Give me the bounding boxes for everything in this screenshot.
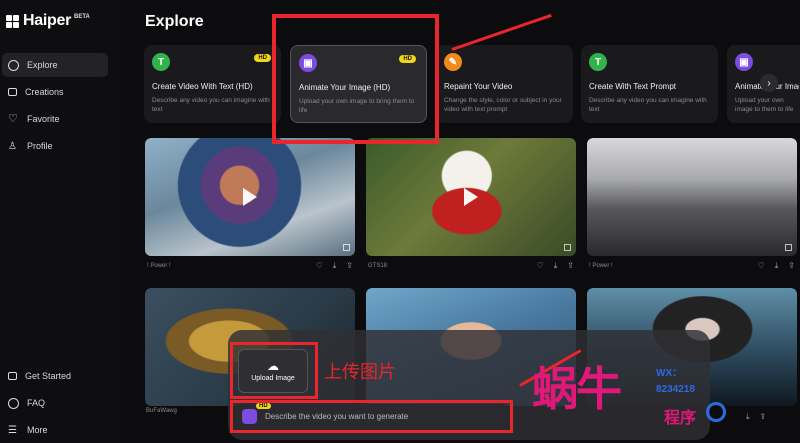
- share-icon[interactable]: ⇪: [346, 261, 353, 271]
- highlight-box-prompt: [230, 400, 513, 433]
- sidebar-item-label: Favorite: [27, 114, 60, 124]
- text-icon: T: [152, 53, 170, 71]
- download-icon[interactable]: ⤓: [746, 412, 750, 422]
- video-thumbnail[interactable]: [145, 138, 355, 256]
- card-title: Repaint Your Video: [444, 82, 513, 91]
- share-icon[interactable]: ⇪: [567, 261, 574, 271]
- beta-badge: BETA: [74, 14, 90, 20]
- sidebar-nav: Explore Creations ♡ Favorite ♙ Profile: [0, 53, 120, 161]
- card-desc: Change the style, color or subject in yo…: [444, 97, 562, 113]
- sidebar-item-label: Explore: [27, 60, 58, 70]
- share-icon[interactable]: ⇪: [760, 412, 767, 422]
- hd-badge: HD: [254, 54, 271, 62]
- share-icon[interactable]: ⇪: [788, 261, 795, 271]
- download-icon[interactable]: ⤓: [775, 261, 779, 271]
- card-create-text-prompt[interactable]: T Create With Text Prompt Describe any v…: [581, 45, 718, 123]
- page-title: Explore: [145, 13, 204, 30]
- sidebar: Haiper BETA Explore Creations ♡ Favorite…: [0, 0, 120, 443]
- card-repaint-video[interactable]: ✎ Repaint Your Video Change the style, c…: [436, 45, 573, 123]
- sidebar-item-label: More: [27, 425, 48, 435]
- expand-icon[interactable]: [343, 244, 350, 251]
- sidebar-item-label: Profile: [27, 141, 53, 151]
- video-tile[interactable]: ! Power ! ♡ ⤓ ⇪: [587, 138, 797, 276]
- sidebar-item-label: Creations: [25, 87, 64, 97]
- sidebar-item-label: Get Started: [25, 371, 72, 381]
- app-name: Haiper: [23, 12, 71, 29]
- download-icon[interactable]: ⤓: [333, 261, 337, 271]
- sidebar-item-creations[interactable]: Creations: [2, 80, 108, 104]
- sidebar-item-more[interactable]: ☰ More: [2, 418, 108, 442]
- heart-icon[interactable]: ♡: [537, 261, 544, 271]
- image-icon: ▣: [735, 53, 753, 71]
- brush-icon: ✎: [444, 53, 462, 71]
- sidebar-item-get-started[interactable]: Get Started: [2, 364, 108, 388]
- tile-author: ! Power !: [147, 263, 171, 269]
- tile-actions: ⤓ ⇪: [746, 412, 766, 422]
- expand-icon[interactable]: [564, 244, 571, 251]
- chevron-right-icon[interactable]: ›: [760, 74, 778, 92]
- card-title: Create Video With Text (HD): [152, 82, 253, 91]
- heart-icon[interactable]: ♡: [758, 261, 765, 271]
- card-title: Create With Text Prompt: [589, 82, 676, 91]
- sidebar-item-favorite[interactable]: ♡ Favorite: [2, 107, 108, 131]
- expand-icon[interactable]: [785, 244, 792, 251]
- watermark-number: 8234218: [656, 384, 695, 395]
- video-tile[interactable]: GTS18 ♡ ⤓ ⇪: [366, 138, 576, 276]
- card-desc: Describe any video you can imagine with …: [152, 97, 270, 113]
- app-logo[interactable]: Haiper BETA: [6, 12, 90, 30]
- card-desc: Describe any video you can imagine with …: [589, 97, 707, 113]
- video-tile[interactable]: ! Power ! ♡ ⤓ ⇪: [145, 138, 355, 276]
- feature-cards: T HD Create Video With Text (HD) Describ…: [144, 45, 800, 125]
- sidebar-item-profile[interactable]: ♙ Profile: [2, 134, 108, 158]
- heart-icon[interactable]: ♡: [316, 261, 323, 271]
- menu-icon: ☰: [8, 424, 17, 436]
- highlight-box-upload: [230, 342, 318, 399]
- tile-author: GTS18: [368, 263, 388, 269]
- watermark-wx: WX：: [656, 368, 683, 379]
- card-create-video-text[interactable]: T HD Create Video With Text (HD) Describ…: [144, 45, 281, 123]
- user-icon: ♙: [8, 140, 17, 152]
- sidebar-item-faq[interactable]: FAQ: [2, 391, 108, 415]
- watermark-text: 蜗牛: [532, 362, 622, 416]
- upload-annotation-label: 上传图片: [324, 362, 396, 383]
- help-icon: [8, 397, 19, 409]
- video-icon: [8, 88, 17, 96]
- watermark-swirl-icon: [706, 402, 726, 422]
- card-desc: Upload your own image to them to life: [735, 97, 794, 113]
- play-icon[interactable]: [243, 188, 257, 206]
- sidebar-item-label: FAQ: [27, 398, 46, 408]
- video-thumbnail[interactable]: [366, 138, 576, 256]
- heart-icon: ♡: [8, 112, 18, 125]
- video-thumbnail[interactable]: [587, 138, 797, 256]
- text-icon: T: [589, 53, 607, 71]
- tile-author: BuFaWawg: [146, 408, 177, 414]
- logo-mark-icon: [6, 15, 20, 29]
- compass-icon: [8, 59, 19, 71]
- download-icon[interactable]: ⤓: [554, 261, 558, 271]
- tile-author: ! Power !: [589, 263, 613, 269]
- sidebar-item-explore[interactable]: Explore: [2, 53, 108, 77]
- book-icon: [8, 372, 17, 380]
- highlight-box-animate-image: [272, 14, 439, 144]
- sidebar-bottom-nav: Get Started FAQ ☰ More: [0, 364, 120, 443]
- watermark-tail: 程序: [664, 410, 697, 427]
- play-icon[interactable]: [464, 188, 478, 206]
